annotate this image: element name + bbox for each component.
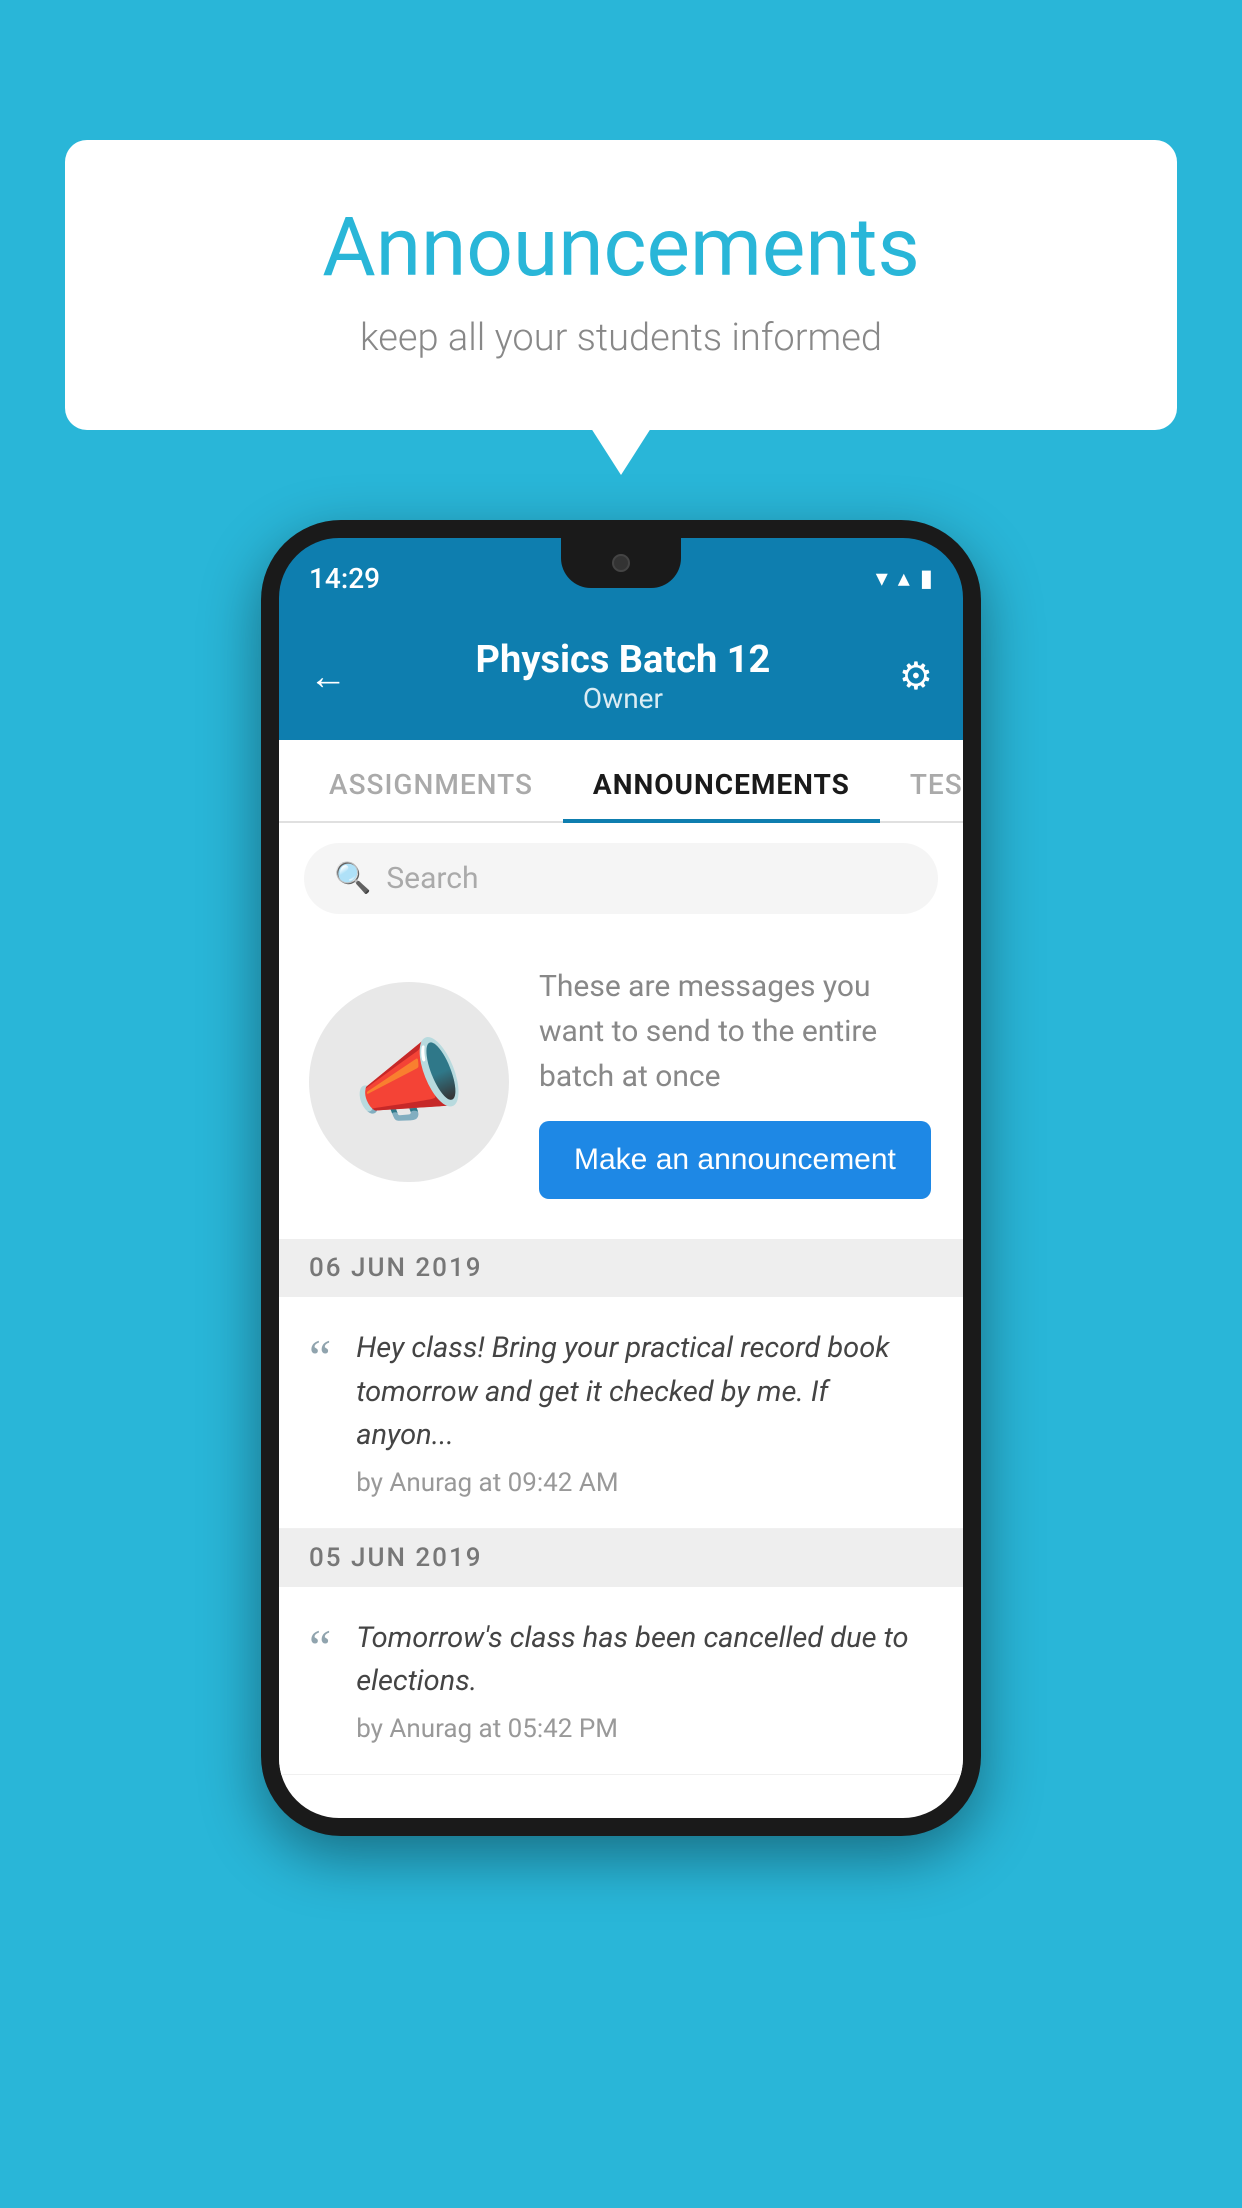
announcement-item-1: “ Hey class! Bring your practical record…: [279, 1297, 963, 1529]
tab-announcements[interactable]: ANNOUNCEMENTS: [563, 740, 880, 821]
gear-icon[interactable]: ⚙: [899, 654, 933, 699]
battery-icon: ▮: [920, 564, 933, 592]
phone-wrapper: 14:29 ▾ ▴ ▮ ← Physics Batch 12 Owner ⚙: [261, 520, 981, 1836]
date-divider-1: 06 JUN 2019: [279, 1239, 963, 1297]
announcement-intro: 📣 These are messages you want to send to…: [279, 934, 963, 1239]
announcement-text-2: Tomorrow's class has been cancelled due …: [356, 1617, 933, 1704]
status-bar: 14:29 ▾ ▴ ▮: [279, 538, 963, 618]
announcement-text-1: Hey class! Bring your practical record b…: [356, 1327, 933, 1458]
speech-bubble-title: Announcements: [145, 200, 1097, 296]
header-center: Physics Batch 12 Owner: [347, 638, 899, 715]
search-bar[interactable]: 🔍 Search: [304, 843, 938, 914]
megaphone-circle: 📣: [309, 982, 509, 1182]
search-placeholder: Search: [386, 861, 478, 896]
signal-icon: ▴: [898, 564, 910, 592]
tab-tests[interactable]: TESTS: [880, 740, 963, 821]
quote-icon-2: “: [309, 1622, 331, 1672]
announcement-meta-1: by Anurag at 09:42 AM: [356, 1468, 933, 1498]
speech-bubble-container: Announcements keep all your students inf…: [65, 140, 1177, 430]
wifi-icon: ▾: [876, 564, 888, 592]
tab-assignments[interactable]: ASSIGNMENTS: [299, 740, 563, 821]
announcement-content-1: Hey class! Bring your practical record b…: [356, 1327, 933, 1498]
speech-bubble-subtitle: keep all your students informed: [145, 316, 1097, 360]
announcement-meta-2: by Anurag at 05:42 PM: [356, 1714, 933, 1744]
notch: [561, 538, 681, 588]
quote-icon-1: “: [309, 1332, 331, 1382]
search-container: 🔍 Search: [279, 823, 963, 934]
tabs-container: ASSIGNMENTS ANNOUNCEMENTS TESTS: [279, 740, 963, 823]
phone-screen: ← Physics Batch 12 Owner ⚙ ASSIGNMENTS A…: [279, 618, 963, 1818]
speech-bubble: Announcements keep all your students inf…: [65, 140, 1177, 430]
status-icons: ▾ ▴ ▮: [876, 564, 933, 592]
search-icon: 🔍: [334, 861, 371, 896]
announcement-right: These are messages you want to send to t…: [539, 964, 933, 1199]
header-title: Physics Batch 12: [347, 638, 899, 682]
header-subtitle: Owner: [347, 682, 899, 715]
back-button[interactable]: ←: [309, 655, 347, 699]
date-divider-2: 05 JUN 2019: [279, 1529, 963, 1587]
announcement-content-2: Tomorrow's class has been cancelled due …: [356, 1617, 933, 1744]
megaphone-icon: 📣: [353, 1029, 465, 1134]
camera-dot: [612, 554, 630, 572]
status-time: 14:29: [309, 562, 380, 595]
phone-outer: 14:29 ▾ ▴ ▮ ← Physics Batch 12 Owner ⚙: [261, 520, 981, 1836]
announcement-description: These are messages you want to send to t…: [539, 964, 933, 1099]
make-announcement-button[interactable]: Make an announcement: [539, 1121, 931, 1199]
app-header: ← Physics Batch 12 Owner ⚙: [279, 618, 963, 740]
announcement-item-2: “ Tomorrow's class has been cancelled du…: [279, 1587, 963, 1775]
